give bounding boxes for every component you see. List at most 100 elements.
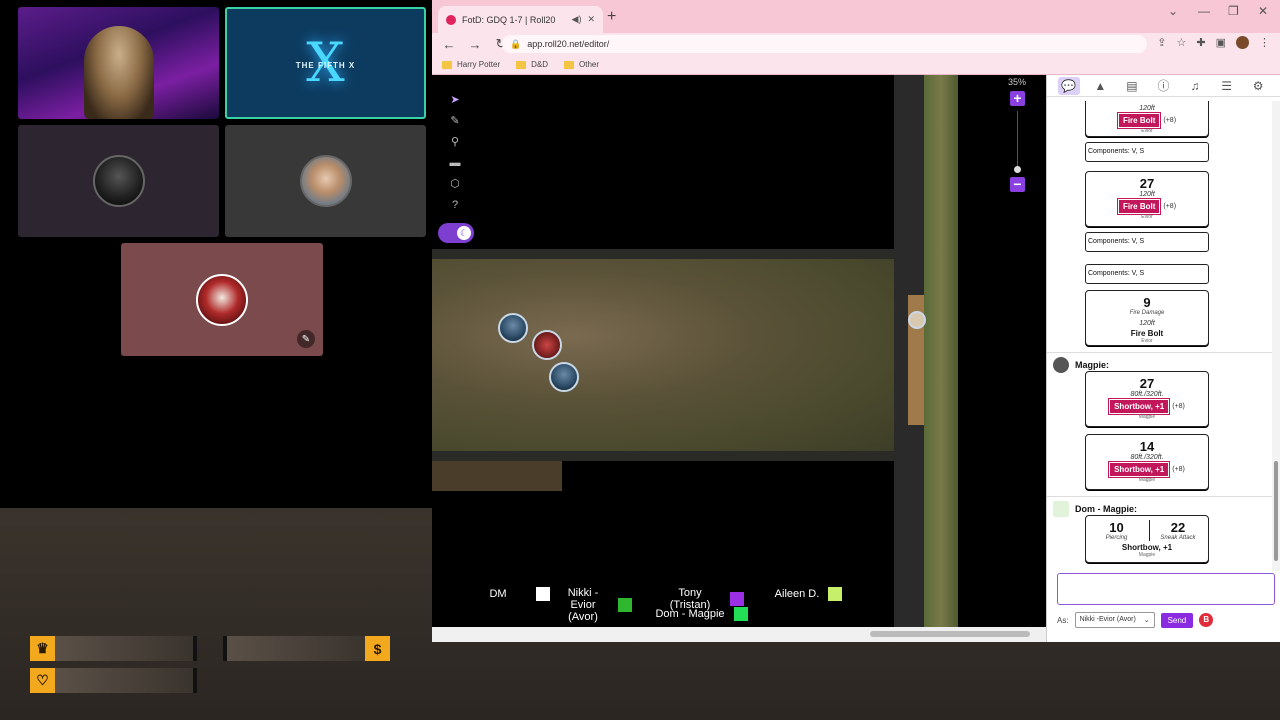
roll20-editor: ➤ ✎ ⚲ ▬ ⬡ ? ☾ 35% + − DM Nikki -Evior (A…: [432, 75, 1280, 642]
avatar: [196, 273, 248, 326]
player-nikki[interactable]: Nikki -Evior (Avor): [556, 587, 632, 623]
star-icon[interactable]: ☆: [1177, 36, 1187, 49]
bookmark-dnd[interactable]: D&D: [516, 60, 548, 69]
avatar: [1053, 501, 1069, 517]
attack-button[interactable]: Shortbow, +1: [1108, 461, 1171, 478]
chat-input[interactable]: [1057, 573, 1275, 605]
menu-icon[interactable]: ⋮: [1259, 36, 1270, 49]
bookmark-other[interactable]: Other: [564, 60, 599, 69]
chat-log[interactable]: 120ft Fire Bolt (+8) Evior Components: V…: [1047, 101, 1273, 571]
attack-button[interactable]: Fire Bolt: [1116, 198, 1162, 215]
address-bar[interactable]: 🔒 app.roll20.net/editor/: [502, 35, 1147, 53]
journal-tab-icon[interactable]: ▤: [1121, 77, 1143, 95]
minimize-icon[interactable]: —: [1198, 4, 1210, 18]
speaking-as-row: As: Nikki -Evior (Avor) ⌄ Send B: [1057, 612, 1214, 628]
zoom-tool-icon[interactable]: ⚲: [447, 135, 463, 150]
select-tool-icon[interactable]: ➤: [447, 93, 463, 108]
token[interactable]: [498, 313, 528, 343]
jukebox-tab-icon[interactable]: ♫: [1184, 77, 1206, 95]
forward-icon[interactable]: →: [468, 37, 482, 52]
mic-muted-icon[interactable]: ✎: [297, 330, 315, 348]
map-room-lower: [432, 461, 562, 491]
player-dm[interactable]: DM: [468, 587, 550, 601]
logo-text: THE FIFTH X: [295, 61, 356, 70]
sidebar-icon[interactable]: ▣: [1216, 36, 1226, 49]
hud-track: [223, 636, 365, 661]
player-aileen[interactable]: Aileen D.: [774, 587, 842, 601]
settings-tab-icon[interactable]: ⚙: [1247, 77, 1269, 95]
video-tile-participant-3[interactable]: [18, 125, 219, 237]
heart-icon: ♡: [30, 668, 55, 693]
draw-tool-icon[interactable]: ✎: [447, 114, 463, 129]
token[interactable]: [908, 311, 926, 329]
close-window-icon[interactable]: ✕: [1258, 4, 1268, 18]
components-line: Components: V, S: [1085, 142, 1209, 162]
player-color-swatch: [734, 607, 748, 621]
close-tab-icon[interactable]: ✕: [587, 14, 595, 25]
new-tab-button[interactable]: +: [607, 8, 616, 26]
chat-scrollbar[interactable]: [1272, 101, 1280, 571]
extensions-icon[interactable]: ✚: [1196, 36, 1205, 49]
map-canvas[interactable]: ➤ ✎ ⚲ ▬ ⬡ ? ☾ 35% + − DM Nikki -Evior (A…: [432, 75, 1046, 642]
video-tile-participant-5[interactable]: ✎: [121, 243, 323, 356]
tool-strip: ➤ ✎ ⚲ ▬ ⬡ ?: [444, 91, 466, 211]
scrollbar-thumb[interactable]: [1274, 461, 1278, 561]
night-mode-toggle[interactable]: ☾: [438, 223, 474, 243]
bookmark-harry-potter[interactable]: Harry Potter: [442, 60, 500, 69]
token[interactable]: [532, 330, 562, 360]
video-tile-participant-4[interactable]: [225, 125, 426, 237]
speaking-as-select[interactable]: Nikki -Evior (Avor) ⌄: [1074, 612, 1155, 628]
video-tile-host[interactable]: [18, 7, 219, 119]
url-text: app.roll20.net/editor/: [527, 39, 610, 49]
roll20-favicon-icon: [446, 14, 456, 25]
horizontal-scrollbar[interactable]: [432, 627, 1046, 642]
video-tile-logo[interactable]: X THE FIFTH X: [225, 7, 426, 119]
compendium-tab-icon[interactable]: ⓘ: [1152, 77, 1174, 95]
roll-card: 14 80ft./320ft. Shortbow, +1 (+8) Magpie: [1085, 434, 1209, 490]
video-call-panel: X THE FIFTH X ✎: [0, 0, 432, 508]
zoom-slider-handle[interactable]: [1014, 166, 1021, 173]
attack-button[interactable]: Fire Bolt: [1116, 112, 1162, 129]
moon-icon: ☾: [457, 226, 471, 240]
player-dom[interactable]: Dom - Magpie: [654, 607, 748, 621]
components-line: Components: V, S: [1085, 232, 1209, 252]
token[interactable]: [549, 362, 579, 392]
sidebar-panel: 💬 ▲ ▤ ⓘ ♫ ☰ ⚙ 120ft Fire Bolt (+8) Evior: [1046, 75, 1280, 642]
ruler-tool-icon[interactable]: ▬: [447, 156, 463, 171]
profile-avatar[interactable]: [1236, 36, 1249, 49]
tab-roll20[interactable]: FotD: GDQ 1-7 | Roll20 ◀) ✕: [438, 6, 603, 33]
roll-card: 27 120ft Fire Bolt (+8) Evior: [1085, 171, 1209, 227]
dice-tool-icon[interactable]: ⬡: [447, 177, 463, 192]
browser-toolbar: ← → ↻ 🔒 app.roll20.net/editor/ ⇪ ☆ ✚ ▣ ⋮: [432, 33, 1280, 55]
scrollbar-thumb[interactable]: [870, 631, 1030, 637]
player-color-swatch: [730, 592, 744, 606]
zoom-slider-track[interactable]: [1017, 111, 1018, 173]
roll-card: 27 80ft./320ft. Shortbow, +1 (+8) Magpie: [1085, 371, 1209, 427]
chevron-down-icon[interactable]: ⌄: [1168, 4, 1178, 18]
player-color-swatch: [536, 587, 550, 601]
share-icon[interactable]: ⇪: [1157, 36, 1166, 49]
send-button[interactable]: Send: [1160, 612, 1194, 628]
audio-icon[interactable]: ◀): [572, 14, 582, 25]
macros-tab-icon[interactable]: ☰: [1216, 77, 1238, 95]
avatar: [1053, 357, 1069, 373]
host-video-feed: [83, 25, 154, 119]
attack-button[interactable]: Shortbow, +1: [1108, 398, 1171, 415]
tab-bar: FotD: GDQ 1-7 | Roll20 ◀) ✕ + ⌄ — ❐ ✕: [432, 0, 1280, 33]
crown-icon: ♛: [30, 636, 55, 661]
beyond-button[interactable]: B: [1199, 613, 1214, 627]
art-tab-icon[interactable]: ▲: [1089, 77, 1111, 95]
hud-bar-dollar: $: [223, 636, 390, 661]
message-divider: [1047, 352, 1273, 353]
help-tool-icon[interactable]: ?: [447, 198, 463, 213]
browser-window: FotD: GDQ 1-7 | Roll20 ◀) ✕ + ⌄ — ❐ ✕ ← …: [432, 0, 1280, 642]
zoom-in-button[interactable]: +: [1010, 91, 1025, 106]
zoom-out-button[interactable]: −: [1010, 177, 1025, 192]
map-grass-strip: [924, 75, 958, 627]
roll-card: 120ft Fire Bolt (+8) Evior: [1085, 101, 1209, 137]
map-room: [432, 249, 894, 461]
chat-tab-icon[interactable]: 💬: [1057, 76, 1080, 95]
chevron-down-icon: ⌄: [1143, 617, 1150, 624]
back-icon[interactable]: ←: [442, 37, 456, 52]
restore-icon[interactable]: ❐: [1228, 4, 1239, 18]
